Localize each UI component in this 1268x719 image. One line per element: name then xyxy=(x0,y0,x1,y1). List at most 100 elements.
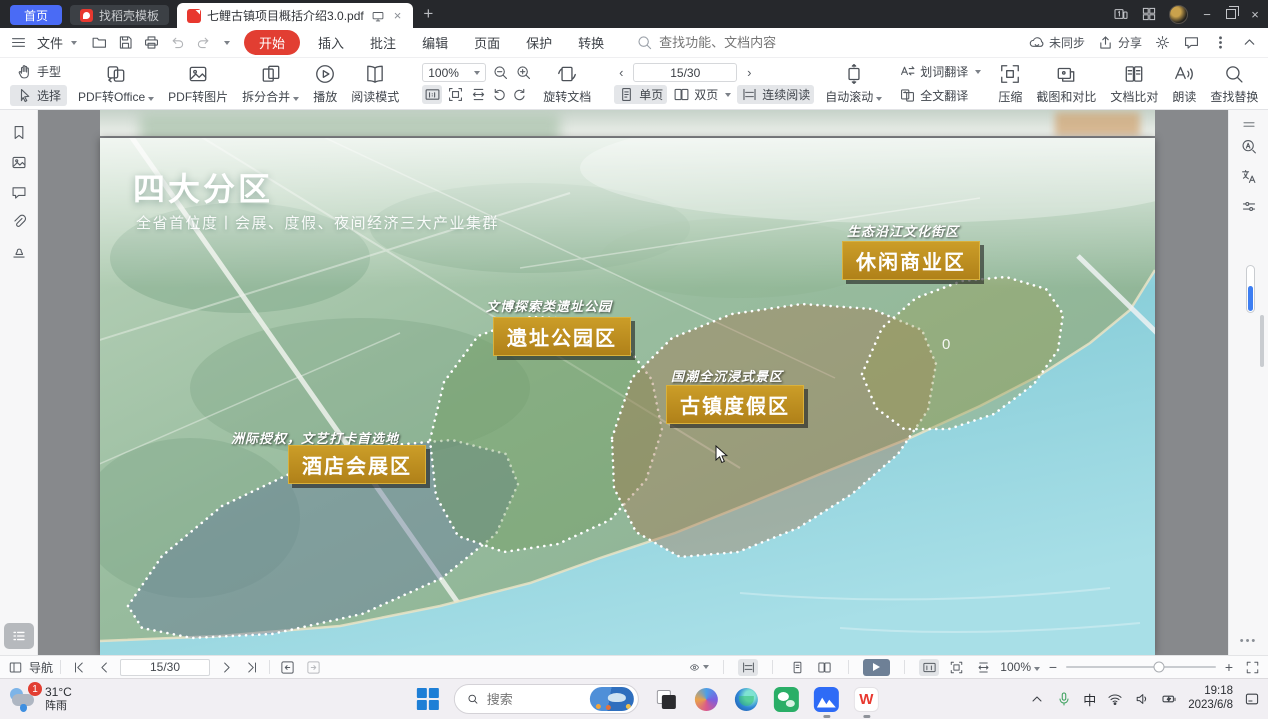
menu-start-active[interactable]: 开始 xyxy=(244,30,300,55)
document-scrollbar-thumb[interactable] xyxy=(1246,265,1255,313)
speaker-icon[interactable] xyxy=(1134,691,1150,707)
command-search-input[interactable] xyxy=(659,35,809,50)
tab-home[interactable]: 首页 xyxy=(10,5,62,25)
microphone-icon[interactable] xyxy=(1056,691,1072,707)
eye-protection-button[interactable] xyxy=(689,659,709,676)
fit-width-status-button[interactable] xyxy=(973,659,993,676)
single-page-view-button[interactable] xyxy=(787,659,807,676)
start-button[interactable] xyxy=(417,688,439,710)
hand-tool[interactable]: 手型 xyxy=(10,61,67,82)
menu-file[interactable]: 文件 xyxy=(37,33,77,52)
menu-insert[interactable]: 插入 xyxy=(310,33,352,52)
pdf-to-office-button[interactable]: PDF转Office xyxy=(71,63,161,105)
full-translate-button[interactable]: 全文翻译 xyxy=(893,85,987,106)
comment-panel-icon[interactable] xyxy=(10,184,27,201)
continuous-mode-button[interactable] xyxy=(738,659,758,676)
taskbar-search-input[interactable] xyxy=(487,692,582,707)
page-number-input[interactable] xyxy=(633,63,737,82)
zoom-select[interactable]: 100% xyxy=(422,63,486,82)
feedback-comment-icon[interactable] xyxy=(1183,34,1200,51)
sliders-settings-icon[interactable] xyxy=(1240,198,1257,215)
zoom-plus-button[interactable]: + xyxy=(1223,659,1235,675)
statusbar-zoom-value[interactable]: 100% xyxy=(1000,660,1040,674)
window-mode-icon[interactable] xyxy=(1113,6,1129,22)
doc-compare-button[interactable]: 文档比对 xyxy=(1103,63,1165,105)
translate-panel-icon[interactable] xyxy=(1240,168,1257,185)
first-page-button[interactable] xyxy=(68,659,88,676)
actual-size-status-button[interactable] xyxy=(919,659,939,676)
screenshot-compare-button[interactable]: 截图和对比 xyxy=(1029,63,1103,105)
document-viewport[interactable]: 四大分区 全省首位度丨会展、度假、夜间经济三大产业集群 洲际授权，文艺打卡首选地… xyxy=(38,110,1228,655)
attachment-icon[interactable] xyxy=(10,213,27,230)
taskbar-clock[interactable]: 19:18 2023/6/8 xyxy=(1188,685,1233,713)
prev-page-icon[interactable]: ‹ xyxy=(614,65,628,80)
new-tab-button[interactable]: + xyxy=(423,4,433,24)
taskbar-weather-widget[interactable]: 1 31°C 阵雨 xyxy=(8,686,72,712)
stamp-sign-icon[interactable] xyxy=(10,243,27,260)
wps-app-icon[interactable]: W xyxy=(854,687,879,712)
last-page-button[interactable] xyxy=(242,659,262,676)
fit-width-button[interactable] xyxy=(468,85,488,104)
fit-page-button[interactable] xyxy=(445,85,465,104)
bookmark-icon[interactable] xyxy=(10,124,27,141)
menu-protect[interactable]: 保护 xyxy=(518,33,560,52)
zoom-slider[interactable] xyxy=(1066,666,1216,668)
more-panels-icon[interactable]: ••• xyxy=(1240,635,1258,647)
menu-annotate[interactable]: 批注 xyxy=(362,33,404,52)
menu-edit[interactable]: 编辑 xyxy=(414,33,456,52)
next-page-icon[interactable]: › xyxy=(742,65,756,80)
mountain-app-icon[interactable] xyxy=(814,687,839,712)
redo-icon[interactable] xyxy=(195,34,212,51)
select-tool-active[interactable]: 选择 xyxy=(10,85,67,106)
hamburger-icon[interactable] xyxy=(10,34,27,51)
statusbar-page-input[interactable] xyxy=(120,659,210,676)
nav-toggle[interactable]: 导航 xyxy=(8,659,53,676)
menu-convert[interactable]: 转换 xyxy=(570,33,612,52)
notification-center-icon[interactable] xyxy=(1244,691,1260,707)
image-panel-icon[interactable] xyxy=(10,154,27,171)
find-replace-button[interactable]: 查找替换 xyxy=(1203,63,1265,105)
tab-close-icon[interactable]: × xyxy=(392,8,404,23)
single-page-mode[interactable]: 单页 xyxy=(614,85,667,104)
history-back-button[interactable] xyxy=(277,659,297,676)
restore-button[interactable] xyxy=(1226,9,1236,19)
command-search[interactable] xyxy=(636,34,809,51)
task-view-button[interactable] xyxy=(654,687,679,712)
continuous-read-mode[interactable]: 连续阅读 xyxy=(737,85,814,104)
customize-quickbar-icon[interactable] xyxy=(224,41,230,45)
panel-handle-icon[interactable] xyxy=(1240,116,1258,133)
word-translate-button[interactable]: 划词翻译 xyxy=(893,61,987,82)
wechat-app-icon[interactable] xyxy=(774,687,799,712)
pdf-to-image-button[interactable]: PDF转图片 xyxy=(161,63,235,105)
rotate-cw-icon[interactable] xyxy=(511,86,528,103)
rotate-ccw-icon[interactable] xyxy=(491,86,508,103)
history-forward-button[interactable] xyxy=(303,659,323,676)
auto-scroll-button[interactable]: 自动滚动 xyxy=(818,63,889,105)
tab-docer[interactable]: 找稻壳模板 xyxy=(70,5,169,25)
read-mode-button[interactable]: 阅读模式 xyxy=(344,63,406,105)
thumbnail-panel-toggle[interactable] xyxy=(4,623,34,649)
undo-icon[interactable] xyxy=(169,34,186,51)
split-merge-button[interactable]: 拆分合并 xyxy=(235,63,306,105)
zoom-minus-button[interactable]: − xyxy=(1047,659,1059,675)
ime-indicator[interactable]: 中 xyxy=(1083,690,1096,709)
battery-icon[interactable] xyxy=(1161,691,1177,707)
hidden-icons-chevron[interactable] xyxy=(1029,691,1045,707)
save-icon[interactable] xyxy=(117,34,134,51)
zoom-in-icon[interactable] xyxy=(515,64,532,81)
taskbar-search[interactable] xyxy=(454,684,639,714)
zoom-out-icon[interactable] xyxy=(492,64,509,81)
close-button[interactable]: × xyxy=(1248,7,1262,22)
read-aloud-button[interactable]: 朗读 xyxy=(1165,63,1203,105)
edge-browser-icon[interactable] xyxy=(734,687,759,712)
find-in-doc-icon[interactable] xyxy=(1240,138,1257,155)
apps-grid-icon[interactable] xyxy=(1141,6,1157,22)
settings-gear-icon[interactable] xyxy=(1154,34,1171,51)
zoom-slider-knob[interactable] xyxy=(1154,662,1165,673)
double-page-mode[interactable]: 双页 xyxy=(669,85,735,104)
scrollbar-track-thumb[interactable] xyxy=(1260,315,1264,367)
share-button[interactable]: 分享 xyxy=(1097,34,1142,51)
monitor-present-icon[interactable] xyxy=(370,9,386,23)
more-vertical-icon[interactable] xyxy=(1212,34,1229,51)
fullscreen-button[interactable] xyxy=(1242,659,1262,676)
